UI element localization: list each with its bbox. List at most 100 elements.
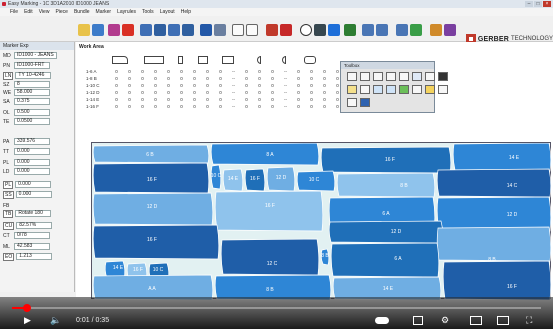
table-cell[interactable]: 0 [123, 96, 136, 103]
field-key[interactable]: CU [3, 221, 15, 230]
table-cell[interactable]: 0 [110, 82, 123, 89]
field-value[interactable]: 0.375 [14, 98, 50, 105]
table-cell[interactable]: 0 [318, 89, 331, 96]
table-cell[interactable]: 0 [266, 89, 279, 96]
field-value[interactable]: TY 10-4246 [15, 72, 52, 79]
table-cell[interactable]: 0 [110, 89, 123, 96]
field-value[interactable]: 339.576 [14, 138, 50, 145]
table-cell[interactable]: 0 [175, 96, 188, 103]
nudge-icon[interactable] [425, 72, 435, 81]
piece-shape-2[interactable] [144, 56, 164, 64]
table-cell[interactable]: 0 [292, 75, 305, 82]
marker-piece[interactable] [436, 196, 552, 232]
group-icon[interactable] [362, 24, 374, 36]
table-cell[interactable]: 0 [188, 75, 201, 82]
table-cell[interactable]: 0 [162, 75, 175, 82]
minimize-button[interactable]: – [525, 1, 533, 7]
nest-icon[interactable] [430, 24, 442, 36]
table-cell[interactable]: -- [227, 103, 240, 110]
table-cell[interactable]: 0 [136, 82, 149, 89]
table-cell[interactable]: 0 [188, 89, 201, 96]
table-cell[interactable]: 0 [123, 89, 136, 96]
field-value[interactable]: 42.583 [14, 243, 50, 250]
menu-file[interactable]: File [10, 8, 18, 16]
settings-icon[interactable] [438, 85, 448, 94]
marker-piece[interactable] [330, 242, 440, 278]
table-cell[interactable]: 0 [253, 103, 266, 110]
table-cell[interactable]: 0 [175, 89, 188, 96]
table-cell[interactable]: -- [227, 75, 240, 82]
play-icon[interactable]: ▶ [24, 315, 31, 326]
menu-bundle[interactable]: Bundle [74, 8, 90, 16]
piece-color-icon[interactable] [280, 24, 292, 36]
table-cell[interactable]: 0 [123, 103, 136, 110]
save-icon[interactable] [200, 24, 212, 36]
table-cell[interactable]: 0 [162, 89, 175, 96]
table-cell[interactable]: 0 [253, 68, 266, 75]
marker-piece[interactable] [220, 238, 320, 276]
table-cell[interactable]: 0 [136, 75, 149, 82]
move-right-icon[interactable] [360, 72, 370, 81]
autoplay-toggle[interactable] [375, 317, 389, 324]
field-value[interactable]: Rotate 180 [15, 210, 52, 217]
layout-2-icon[interactable] [154, 24, 166, 36]
report-icon[interactable] [444, 24, 456, 36]
theater-mode-icon[interactable] [497, 316, 509, 325]
table-cell[interactable]: 0 [175, 82, 188, 89]
move-left-icon[interactable] [347, 72, 357, 81]
table-cell[interactable]: 0 [292, 89, 305, 96]
menu-marker[interactable]: Marker [96, 8, 112, 16]
block-icon[interactable] [360, 98, 370, 107]
delete-icon[interactable] [122, 24, 134, 36]
field-value[interactable]: 0.000 [14, 148, 50, 155]
table-cell[interactable]: -- [279, 75, 292, 82]
table-cell[interactable]: 0 [318, 96, 331, 103]
table-cell[interactable]: 0 [110, 75, 123, 82]
table-cell[interactable]: 0 [149, 82, 162, 89]
new-marker-icon[interactable] [78, 24, 90, 36]
table-cell[interactable]: 0 [175, 68, 188, 75]
rotate-icon[interactable] [373, 85, 383, 94]
close-button[interactable]: × [543, 1, 551, 7]
menu-layout[interactable]: Layout [160, 8, 175, 16]
piece-shape-7[interactable] [282, 56, 286, 64]
table-cell[interactable]: 0 [188, 68, 201, 75]
table-cell[interactable]: 0 [253, 75, 266, 82]
table-cell[interactable]: 0 [253, 96, 266, 103]
field-value[interactable]: 0.000 [15, 181, 52, 188]
table-cell[interactable]: 0 [253, 82, 266, 89]
table-cell[interactable]: 0 [162, 82, 175, 89]
piece-shape-5[interactable] [222, 56, 234, 64]
field-value[interactable]: 0.0500 [14, 118, 50, 125]
menu-edit[interactable]: Edit [24, 8, 33, 16]
table-cell[interactable]: -- [279, 68, 292, 75]
table-cell[interactable]: -- [227, 82, 240, 89]
table-cell[interactable]: 0 [318, 82, 331, 89]
table-cell[interactable]: 0 [305, 89, 318, 96]
table-cell[interactable]: 0 [292, 103, 305, 110]
table-cell[interactable]: 0 [292, 96, 305, 103]
piece-shape-4[interactable] [198, 56, 208, 64]
field-key[interactable]: EO [3, 252, 15, 261]
piece-shape-6[interactable] [257, 56, 261, 64]
table-cell[interactable]: 0 [201, 75, 214, 82]
field-value[interactable]: 0.000 [14, 168, 50, 175]
layout-4-icon[interactable] [182, 24, 194, 36]
field-key[interactable]: LN [3, 71, 14, 80]
zoom-fit-icon[interactable] [328, 24, 340, 36]
table-cell[interactable]: -- [279, 89, 292, 96]
zoom-icon[interactable] [300, 24, 312, 36]
video-progress-bar[interactable] [12, 304, 541, 312]
table-cell[interactable]: 0 [305, 68, 318, 75]
table-cell[interactable]: 0 [305, 103, 318, 110]
table-cell[interactable]: 0 [240, 82, 253, 89]
match-icon[interactable] [347, 85, 357, 94]
table-cell[interactable]: 0 [175, 75, 188, 82]
return-icon[interactable] [412, 85, 422, 94]
undo-icon[interactable] [232, 24, 244, 36]
flip-icon[interactable] [373, 72, 383, 81]
marker-piece[interactable] [442, 260, 552, 300]
table-cell[interactable]: 0 [240, 96, 253, 103]
table-cell[interactable]: 0 [162, 96, 175, 103]
table-cell[interactable]: 0 [201, 96, 214, 103]
